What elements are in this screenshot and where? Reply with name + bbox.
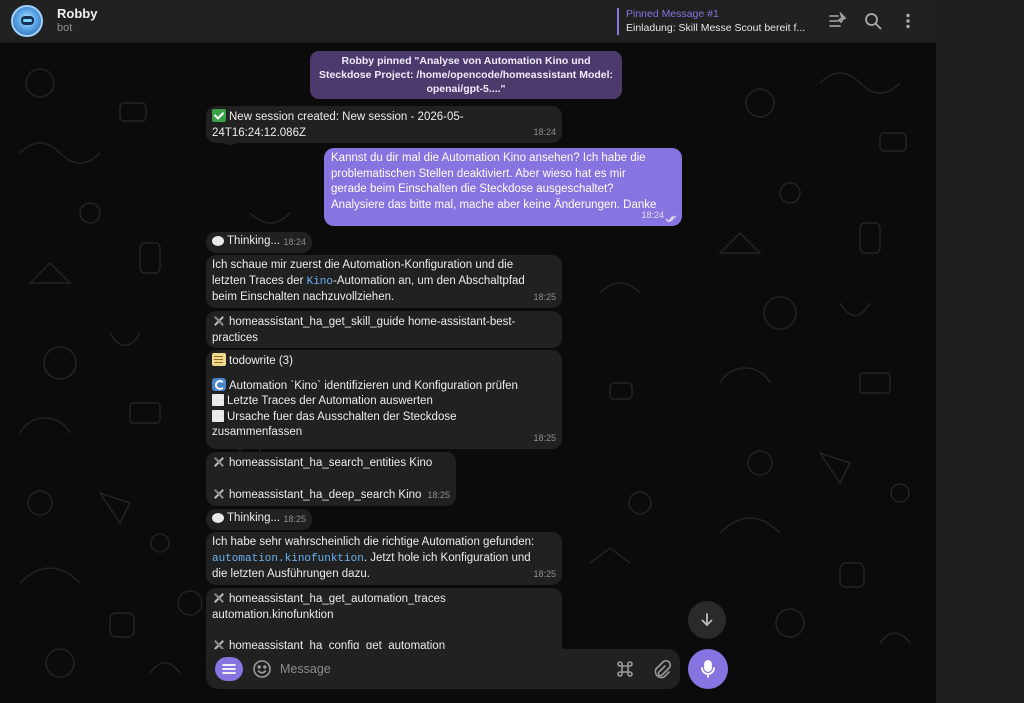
pinned-message-bar[interactable]: Pinned Message #1 Einladung: Skill Messe… <box>617 8 805 35</box>
chat-window: Robby bot Pinned Message #1 Einladung: S… <box>0 0 936 703</box>
message-time: 18:25 <box>427 489 450 500</box>
message-line: beim Einschalten nachzuvollziehen. <box>212 291 395 303</box>
message-line: letzten Traces der Kino-Automation an, u… <box>212 274 556 291</box>
message-line: problematischen Stellen deaktiviert. Abe… <box>331 167 626 180</box>
more-vertical-icon[interactable] <box>898 11 918 31</box>
command-icon[interactable] <box>615 659 635 679</box>
tool-call-message-bubble[interactable]: homeassistant_ha_get_skill_guide home-as… <box>206 311 562 348</box>
todo-item: Ursache fuer das Ausschalten der Steckdo… <box>227 410 457 423</box>
message-line: todowrite (3) <box>212 353 556 370</box>
message-time: 18:24 <box>533 126 556 137</box>
message-text: todowrite (3) <box>229 355 293 367</box>
message-text: practices <box>212 331 259 344</box>
message-line: Ich habe sehr wahrscheinlich die richtig… <box>212 536 535 548</box>
message-time: 18:24 <box>283 236 306 247</box>
todo-item: Letzte Traces der Automation auswerten <box>227 395 433 407</box>
tools-icon <box>212 487 226 500</box>
voice-message-button[interactable] <box>688 649 728 689</box>
todo-item: Automation `Kino` identifizieren und Kon… <box>229 379 518 392</box>
message-text: letzten Traces der <box>212 274 307 287</box>
tool-call-message-bubble[interactable]: homeassistant_ha_get_automation_traces a… <box>206 588 562 658</box>
search-icon[interactable] <box>863 11 883 31</box>
message-text: -Automation an, um den Abschaltpfad <box>333 274 525 287</box>
message-time: 18:25 <box>283 513 306 524</box>
message-line: Thinking... <box>212 235 280 247</box>
bot-menu-button[interactable] <box>215 657 243 681</box>
scroll-to-bottom-button[interactable] <box>688 601 726 639</box>
todo-message-bubble[interactable]: todowrite (3) Automation `Kino` identifi… <box>206 350 562 449</box>
message-text: homeassistant_ha_get_skill_guide home-as… <box>229 316 516 328</box>
message-time: 18:25 <box>533 291 556 302</box>
message-text: automation.kinofunktion <box>212 608 334 621</box>
message-input[interactable] <box>280 658 600 680</box>
paperclip-icon[interactable] <box>651 659 671 679</box>
inline-code: Kino <box>306 275 334 288</box>
avatar[interactable] <box>11 5 43 37</box>
outgoing-message-bubble[interactable]: Kannst du dir mal die Automation Kino an… <box>324 148 682 226</box>
message-line: Ursache fuer das Ausschalten der Steckdo… <box>212 409 556 426</box>
chat-header: Robby bot Pinned Message #1 Einladung: S… <box>0 0 936 43</box>
message-line: gerade beim Einschalten die Steckdose au… <box>331 183 614 195</box>
message-bubble[interactable]: Ich schaue mir zuerst die Automation-Kon… <box>206 255 562 308</box>
message-text: homeassistant_ha_search_entities Kino <box>229 457 433 469</box>
message-text: Thinking... <box>227 512 281 524</box>
message-line: homeassistant_ha_deep_search Kino <box>212 487 450 504</box>
message-bubble[interactable]: Ich habe sehr wahrscheinlich die richtig… <box>206 532 562 585</box>
message-time: 18:25 <box>533 432 556 443</box>
message-line: Kannst du dir mal die Automation Kino an… <box>331 152 646 164</box>
todo-item: zusammenfassen <box>212 426 303 438</box>
inline-code: automation.kinofunktion <box>212 552 364 565</box>
message-time: 18:25 <box>533 568 556 579</box>
message-line: Analysiere das bitte mal, mache aber kei… <box>331 198 657 211</box>
message-line: Letzte Traces der Automation auswerten <box>212 394 556 410</box>
checkbox-empty-icon <box>212 409 224 422</box>
pinned-service-message[interactable]: Robby pinned "Analyse von Automation Kin… <box>310 51 622 99</box>
in-progress-icon <box>212 377 226 391</box>
chat-title[interactable]: Robby <box>57 6 97 21</box>
message-line: homeassistant_ha_search_entities Kino <box>212 455 450 472</box>
thought-bubble-icon <box>212 513 224 523</box>
pinned-message-preview: Einladung: Skill Messe Scout bereit f... <box>626 22 806 34</box>
tools-icon <box>212 455 226 468</box>
arrow-down-icon <box>701 613 713 627</box>
read-receipt-icon <box>665 215 676 223</box>
message-line: automation.kinofunktion. Jetzt hole ich … <box>212 551 556 568</box>
message-bubble[interactable]: New session created: New session - 2026-… <box>206 106 562 143</box>
message-line: Ich schaue mir zuerst die Automation-Kon… <box>212 259 514 271</box>
message-line: homeassistant_ha_get_automation_traces <box>212 591 556 608</box>
tools-icon <box>212 314 226 327</box>
pinned-notice-line: Project: /home/opencode/homeassistant <box>374 69 577 81</box>
message-text: New session created: New session - 2026-… <box>229 111 464 123</box>
tool-call-message-bubble[interactable]: homeassistant_ha_search_entities Kino ho… <box>206 452 456 506</box>
message-composer <box>206 649 680 689</box>
check-mark-icon <box>212 109 226 122</box>
tools-icon <box>212 591 226 604</box>
message-text: homeassistant_ha_get_automation_traces <box>229 593 446 605</box>
checkbox-empty-icon <box>212 394 224 406</box>
message-line: Automation `Kino` identifizieren und Kon… <box>212 377 556 395</box>
pinned-message-title: Pinned Message #1 <box>626 8 719 20</box>
memo-icon <box>212 353 226 366</box>
menu-icon <box>222 664 236 674</box>
message-text: 24T16:24:12.086Z <box>212 126 306 139</box>
pinned-list-icon[interactable] <box>828 11 848 31</box>
message-text: . Jetzt hole ich Konfiguration und <box>363 551 531 564</box>
chat-subtitle: bot <box>57 22 73 34</box>
thinking-message-bubble[interactable]: Thinking... 18:25 <box>206 509 312 530</box>
message-text: homeassistant_ha_deep_search Kino <box>229 488 422 501</box>
right-side-panel <box>936 0 1024 703</box>
message-line: New session created: New session - 2026-… <box>212 109 556 126</box>
microphone-icon <box>701 660 715 678</box>
thinking-message-bubble[interactable]: Thinking... 18:24 <box>206 232 312 253</box>
message-line: die letzten Ausführungen dazu. <box>212 568 370 580</box>
message-line: Thinking... <box>212 512 280 524</box>
message-time: 18:24 <box>641 209 664 220</box>
message-text: Thinking... <box>227 235 281 247</box>
emoji-icon[interactable] <box>252 659 272 679</box>
thought-bubble-icon <box>212 236 224 246</box>
message-line: homeassistant_ha_get_skill_guide home-as… <box>212 314 556 331</box>
